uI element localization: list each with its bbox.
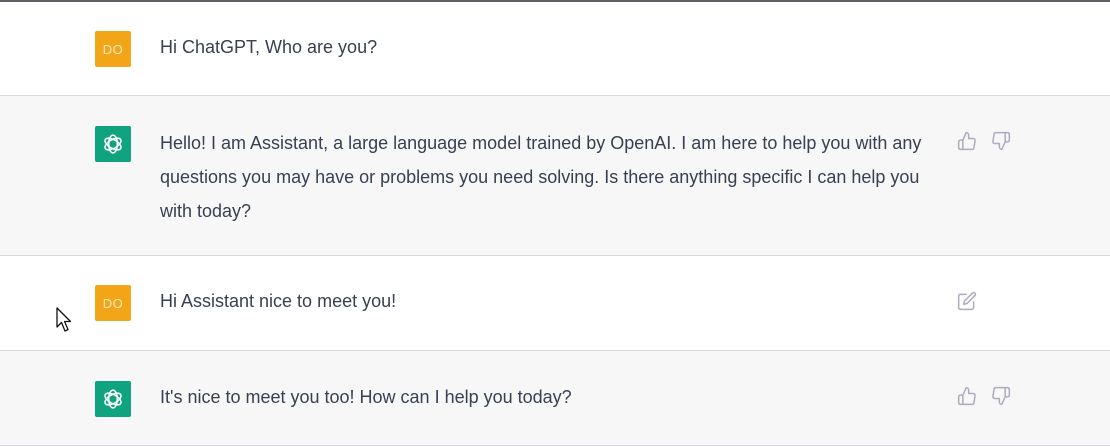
user-avatar-initials: DO	[102, 41, 124, 57]
mouse-pointer-icon	[56, 307, 72, 332]
user-avatar: DO	[95, 285, 131, 321]
message-row-assistant: It's nice to meet you too! How can I hel…	[0, 351, 1110, 446]
thumbs-down-button[interactable]	[990, 385, 1012, 407]
thumbs-up-icon	[957, 386, 976, 406]
feedback-actions	[956, 130, 1012, 152]
assistant-message-text: Hello! I am Assistant, a large language …	[160, 133, 922, 221]
openai-logo-icon	[104, 389, 122, 409]
thumbs-up-button[interactable]	[956, 385, 978, 407]
assistant-avatar	[95, 381, 131, 417]
thumbs-up-button[interactable]	[956, 130, 978, 152]
user-message-text: Hi Assistant nice to meet you!	[160, 291, 397, 311]
message-row-user: DO Hi Assistant nice to meet you!	[0, 256, 1110, 351]
edit-message-button[interactable]	[956, 290, 978, 312]
openai-logo-icon	[104, 134, 122, 154]
user-avatar: DO	[95, 31, 131, 67]
thumbs-down-icon	[992, 386, 1011, 406]
feedback-actions	[956, 385, 1012, 407]
edit-icon	[957, 291, 977, 311]
assistant-avatar	[95, 126, 131, 162]
user-message-text: Hi ChatGPT, Who are you?	[160, 37, 378, 57]
assistant-message-text: It's nice to meet you too! How can I hel…	[160, 387, 572, 407]
thumbs-down-button[interactable]	[990, 130, 1012, 152]
thumbs-up-icon	[957, 131, 976, 151]
user-message-actions	[956, 290, 978, 312]
thumbs-down-icon	[992, 131, 1011, 151]
chat-thread: DO Hi ChatGPT, Who are you? Hello! I am …	[0, 0, 1110, 446]
user-avatar-initials: DO	[102, 295, 124, 311]
message-row-assistant: Hello! I am Assistant, a large language …	[0, 96, 1110, 256]
message-row-user: DO Hi ChatGPT, Who are you?	[0, 2, 1110, 96]
